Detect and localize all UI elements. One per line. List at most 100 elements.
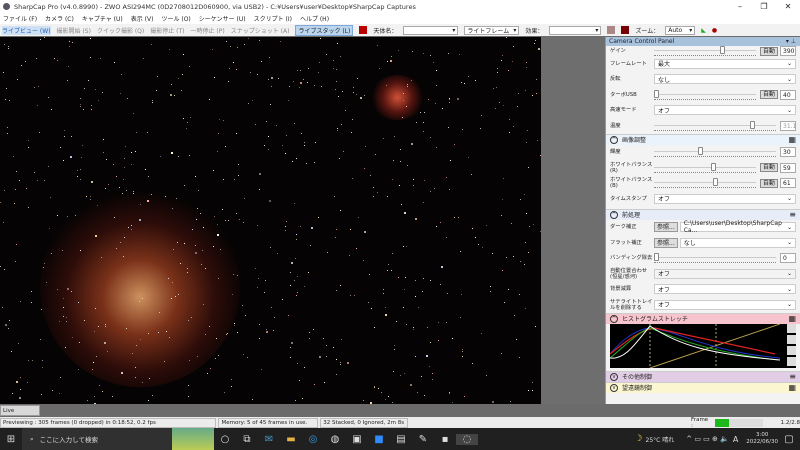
ime-indicator[interactable]: A (733, 435, 738, 444)
taskbar-search[interactable]: ⌕ ここに入力して検索 (22, 428, 172, 450)
zoom-select[interactable]: Auto ▾ (665, 25, 696, 35)
color-swatch-dark-icon[interactable] (621, 26, 630, 34)
star (432, 378, 434, 380)
slider-thumb[interactable] (654, 89, 659, 98)
slider-thumb[interactable] (749, 120, 755, 129)
wb-red-auto-button[interactable]: 自動 (759, 163, 778, 173)
turbo-input[interactable]: 40 (780, 89, 796, 100)
image-controls-header[interactable]: ^ 画像調整 ▦ (606, 133, 800, 145)
wb-blue-input[interactable]: 61 (780, 178, 796, 189)
save-icon[interactable] (787, 345, 796, 355)
windows-start-icon[interactable]: ⊞ (0, 434, 22, 445)
mail-icon[interactable]: ✉ (258, 434, 280, 445)
slider-thumb[interactable] (713, 178, 719, 187)
live-stack-button[interactable]: ライブスタック (L) (295, 24, 354, 36)
star (352, 91, 354, 93)
banding-input[interactable]: 0 (780, 253, 796, 264)
minimize-button[interactable]: – (728, 0, 752, 13)
menu-sequencer[interactable]: シーケンサー (U) (199, 14, 246, 23)
live-view-button[interactable]: ライブビュー (W) (2, 25, 51, 35)
zoom-app-icon[interactable]: ■ (368, 434, 390, 445)
color-swatch-icon[interactable] (607, 26, 616, 34)
menu-help[interactable]: ヘルプ (H) (300, 14, 329, 23)
paint-icon[interactable]: ✎ (412, 434, 434, 445)
menu-scripting[interactable]: スクリプト (I) (254, 14, 292, 23)
histogram-display[interactable] (609, 323, 796, 368)
wb-blue-auto-button[interactable]: 自動 (759, 178, 778, 188)
brightness-slider[interactable] (654, 147, 776, 158)
turbo-slider[interactable] (654, 89, 756, 100)
weather-text[interactable]: 25°C 晴れ (646, 435, 675, 444)
live-image-view[interactable] (0, 37, 541, 404)
sharpcap-taskbar-icon[interactable]: ▪ (434, 434, 456, 445)
app-taskbar-icon[interactable]: ◌ (456, 433, 478, 445)
reticle-icon[interactable]: ● (712, 27, 717, 34)
slider-thumb[interactable] (654, 253, 659, 262)
contrast-icon[interactable] (787, 356, 796, 366)
star (213, 77, 215, 79)
star (28, 206, 30, 208)
stop-capture-button[interactable]: 撮影停止 (T) (150, 26, 184, 35)
wb-blue-slider[interactable] (654, 178, 756, 189)
timestamp-select[interactable]: オフ ⌄ (654, 193, 796, 204)
pin-icon[interactable]: ▾ ⊥ (786, 38, 796, 45)
edge-icon[interactable]: ◎ (302, 434, 324, 445)
reset-icon[interactable] (787, 334, 796, 344)
flip-select[interactable]: なし ⌄ (654, 74, 796, 85)
clock[interactable]: 3:00 2022/06/30 (746, 432, 778, 446)
background-select[interactable]: オフ ⌄ (654, 284, 796, 295)
flat-select[interactable]: なし ⌄ (679, 237, 796, 248)
highspeed-select[interactable]: オフ ⌄ (654, 105, 796, 116)
telescope-controls-header[interactable]: v 望遠鏡制御 ▦ (606, 381, 800, 393)
store-icon[interactable]: ▣ (346, 434, 368, 445)
start-capture-button[interactable]: 撮影開始 (S) (57, 26, 91, 35)
notification-icon[interactable]: ▢ (778, 434, 800, 445)
target-name-input[interactable]: ▾ (403, 25, 459, 35)
preprocessing-header[interactable]: ^ 前処理 ≡ (606, 208, 800, 220)
framerate-select[interactable]: 最大 ⌄ (654, 58, 796, 69)
menu-view[interactable]: 表示 (V) (131, 14, 154, 23)
other-controls-header[interactable]: v その他制御 ≡ (606, 370, 800, 382)
slider-thumb[interactable] (719, 46, 725, 54)
maximize-button[interactable]: ❐ (752, 0, 776, 13)
histogram-header[interactable]: ^ ヒストグラムストレッチ ▦ (606, 312, 800, 324)
pause-button[interactable]: 一時停止 (P) (191, 26, 225, 35)
task-view-icon[interactable]: ⧉ (236, 434, 258, 445)
gain-input[interactable]: 390 (780, 46, 796, 56)
record-icon[interactable] (359, 26, 368, 34)
slider-thumb[interactable] (711, 162, 717, 171)
dark-select[interactable]: C:\Users\user\Desktop\SharpCap Ca... ⌄ (679, 220, 796, 234)
cortana-icon[interactable]: ○ (214, 434, 236, 445)
gain-slider[interactable] (654, 46, 756, 56)
quick-capture-button[interactable]: クイック撮影 (Q) (97, 26, 144, 35)
explorer-icon[interactable]: ▬ (280, 434, 302, 445)
live-stacking-tab[interactable]: Live Stacking (0, 405, 40, 424)
app-icon[interactable]: ◍ (324, 434, 346, 445)
effect-select[interactable]: ▾ (549, 25, 602, 35)
turbo-auto-button[interactable]: 自動 (759, 90, 778, 100)
auto-stretch-icon[interactable] (787, 323, 796, 333)
brightness-input[interactable]: 30 (780, 147, 796, 158)
close-button[interactable]: ✕ (776, 0, 800, 13)
wb-red-slider[interactable] (654, 162, 756, 173)
align-select[interactable]: オフ ⌄ (654, 268, 796, 279)
satellite-select[interactable]: オフ ⌄ (654, 299, 796, 310)
wb-red-input[interactable]: 59 (780, 162, 796, 173)
snapshot-button[interactable]: スナップショット (A) (231, 26, 290, 35)
star (41, 308, 43, 310)
notes-icon[interactable]: ▤ (390, 434, 412, 445)
star (155, 89, 157, 91)
star (81, 157, 83, 159)
slider-thumb[interactable] (698, 147, 704, 156)
frame-type-select[interactable]: ライトフレーム ▾ (464, 25, 520, 35)
banding-slider[interactable] (654, 253, 776, 264)
flat-browse-button[interactable]: 参照... (654, 237, 678, 248)
menu-tools[interactable]: ツール (O) (161, 14, 190, 23)
menu-file[interactable]: ファイル (F) (3, 14, 37, 23)
histogram-icon[interactable]: ◣ (701, 27, 706, 34)
dark-browse-button[interactable]: 参照... (654, 222, 678, 233)
menu-camera[interactable]: カメラ (C) (45, 14, 74, 23)
menu-capture[interactable]: キャプチャ (U) (82, 14, 123, 23)
gain-auto-button[interactable]: 自動 (759, 46, 778, 56)
tray-icons[interactable]: ^ ▭ ▭ ⊕ 🔈 (686, 435, 729, 443)
